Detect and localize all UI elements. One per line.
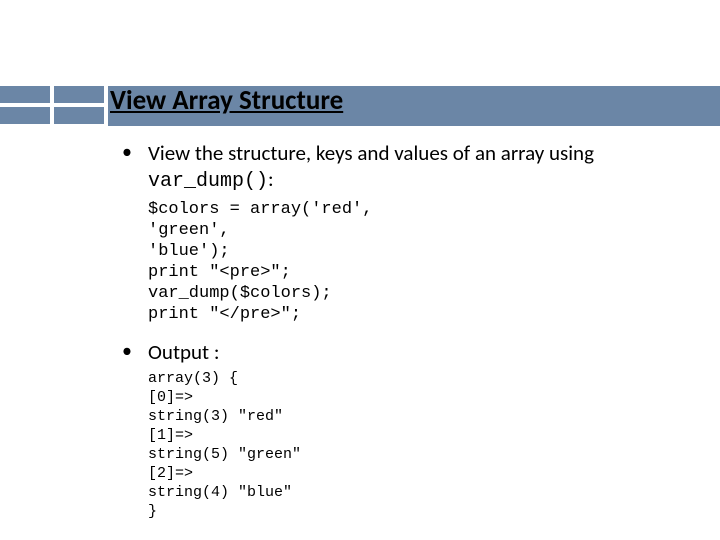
bullet-text-pre: View the structure, keys and values of a… [148, 140, 594, 166]
bullet-item: Output : [120, 339, 680, 365]
bullet-text-post: : [268, 166, 274, 192]
slide-title: View Array Structure [108, 82, 349, 119]
bullet-list: View the structure, keys and values of a… [120, 140, 680, 195]
code-block: $colors = array('red', 'green', 'blue');… [120, 199, 680, 325]
bullet-list: Output : [120, 339, 680, 365]
title-wrap: View Array Structure [108, 82, 349, 119]
slide-content: View the structure, keys and values of a… [120, 140, 680, 521]
output-block: array(3) { [0]=> string(3) "red" [1]=> s… [120, 369, 680, 521]
deco-square [0, 107, 50, 124]
bullet-item: View the structure, keys and values of a… [120, 140, 680, 195]
output-label: Output : [148, 339, 219, 365]
slide: View Array Structure View the structure,… [0, 0, 720, 540]
deco-square [0, 86, 50, 103]
bullet-text: View the structure, keys and values of a… [148, 140, 594, 192]
deco-square [54, 86, 104, 103]
decorative-squares [0, 86, 108, 128]
inline-code: var_dump() [148, 170, 268, 193]
deco-square [54, 107, 104, 124]
